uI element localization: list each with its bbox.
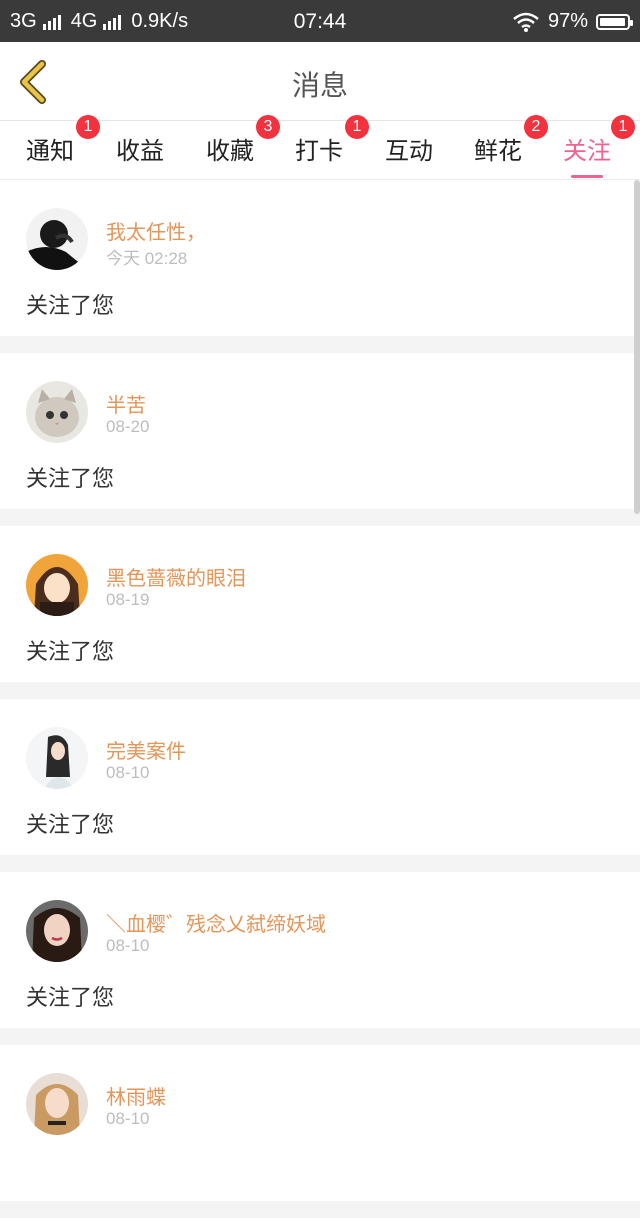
battery-icon bbox=[596, 13, 633, 30]
message-text: 关注了您 bbox=[26, 467, 115, 492]
message-text: 关注了您 bbox=[26, 986, 115, 1011]
user-name[interactable]: 完美案件 bbox=[106, 735, 186, 764]
timestamp: 今天 02:28 bbox=[106, 249, 188, 268]
timestamp: 08-10 bbox=[106, 1109, 150, 1128]
battery-fill bbox=[600, 17, 625, 26]
timestamp: 08-10 bbox=[106, 936, 150, 955]
tab-label: 关注 bbox=[563, 137, 611, 165]
user-name[interactable]: 黑色蔷薇的眼泪 bbox=[106, 562, 246, 591]
avatar[interactable] bbox=[26, 1073, 88, 1135]
avatar[interactable] bbox=[26, 727, 88, 789]
tab-label: 打卡 bbox=[295, 137, 343, 165]
user-name[interactable]: ＼血樱゛残念乂弑缔妖域 bbox=[106, 908, 326, 937]
tab-label: 通知 bbox=[26, 137, 74, 165]
active-tab-indicator bbox=[571, 175, 603, 178]
tab-follow[interactable]: 关注 1 bbox=[563, 115, 635, 178]
status-right: 97% bbox=[512, 10, 633, 33]
page-title: 消息 bbox=[291, 69, 348, 102]
tab-label: 鲜花 bbox=[474, 137, 522, 165]
header: 消息 bbox=[0, 42, 640, 121]
unread-badge: 1 bbox=[345, 115, 369, 139]
tab-label: 互动 bbox=[385, 137, 433, 165]
message-text: 关注了您 bbox=[26, 640, 115, 665]
message-text: 关注了您 bbox=[26, 813, 115, 838]
tab-favorites[interactable]: 收藏 3 bbox=[206, 115, 280, 166]
avatar[interactable] bbox=[26, 900, 88, 962]
list-item[interactable]: 林雨蝶 08-10 bbox=[0, 1045, 640, 1201]
list-item[interactable]: 半苦 08-20 关注了您 bbox=[0, 353, 640, 509]
tab-earnings[interactable]: 收益 bbox=[116, 131, 164, 166]
battery-percent: 97% bbox=[547, 10, 588, 32]
timestamp: 08-10 bbox=[106, 763, 150, 782]
tab-checkin[interactable]: 打卡 1 bbox=[295, 115, 369, 166]
avatar[interactable] bbox=[26, 554, 88, 616]
scrollbar[interactable] bbox=[634, 180, 640, 514]
user-name[interactable]: 林雨蝶 bbox=[106, 1081, 166, 1110]
tab-notice[interactable]: 通知 1 bbox=[26, 115, 100, 166]
message-text: 关注了您 bbox=[26, 294, 115, 319]
tab-bar: 通知 1 收益 收藏 3 打卡 1 互动 鲜花 2 关注 1 bbox=[0, 115, 640, 180]
timestamp: 08-19 bbox=[106, 590, 150, 609]
wifi-icon bbox=[513, 12, 539, 32]
status-bar: 3G 4G 0.9K/s 07:44 97% bbox=[0, 0, 640, 42]
tab-interaction[interactable]: 互动 bbox=[385, 131, 433, 166]
unread-badge: 1 bbox=[611, 115, 635, 139]
avatar[interactable] bbox=[26, 381, 88, 443]
tab-flowers[interactable]: 鲜花 2 bbox=[474, 115, 548, 166]
message-list: 我太任性， 今天 02:28 关注了您 半苦 08-20 关注了您 黑色蔷薇的眼… bbox=[0, 180, 640, 1218]
tab-label: 收藏 bbox=[206, 137, 254, 165]
timestamp: 08-20 bbox=[106, 417, 150, 436]
unread-badge: 3 bbox=[256, 115, 280, 139]
list-item[interactable]: ＼血樱゛残念乂弑缔妖域 08-10 关注了您 bbox=[0, 872, 640, 1028]
unread-badge: 1 bbox=[76, 115, 100, 139]
user-name[interactable]: 半苦 bbox=[106, 389, 146, 418]
list-item[interactable]: 黑色蔷薇的眼泪 08-19 关注了您 bbox=[0, 526, 640, 682]
unread-badge: 2 bbox=[524, 115, 548, 139]
avatar[interactable] bbox=[26, 208, 88, 270]
tab-label: 收益 bbox=[116, 137, 164, 165]
user-name[interactable]: 我太任性， bbox=[106, 216, 206, 245]
list-item[interactable]: 我太任性， 今天 02:28 关注了您 bbox=[0, 180, 640, 336]
list-item[interactable]: 完美案件 08-10 关注了您 bbox=[0, 699, 640, 855]
